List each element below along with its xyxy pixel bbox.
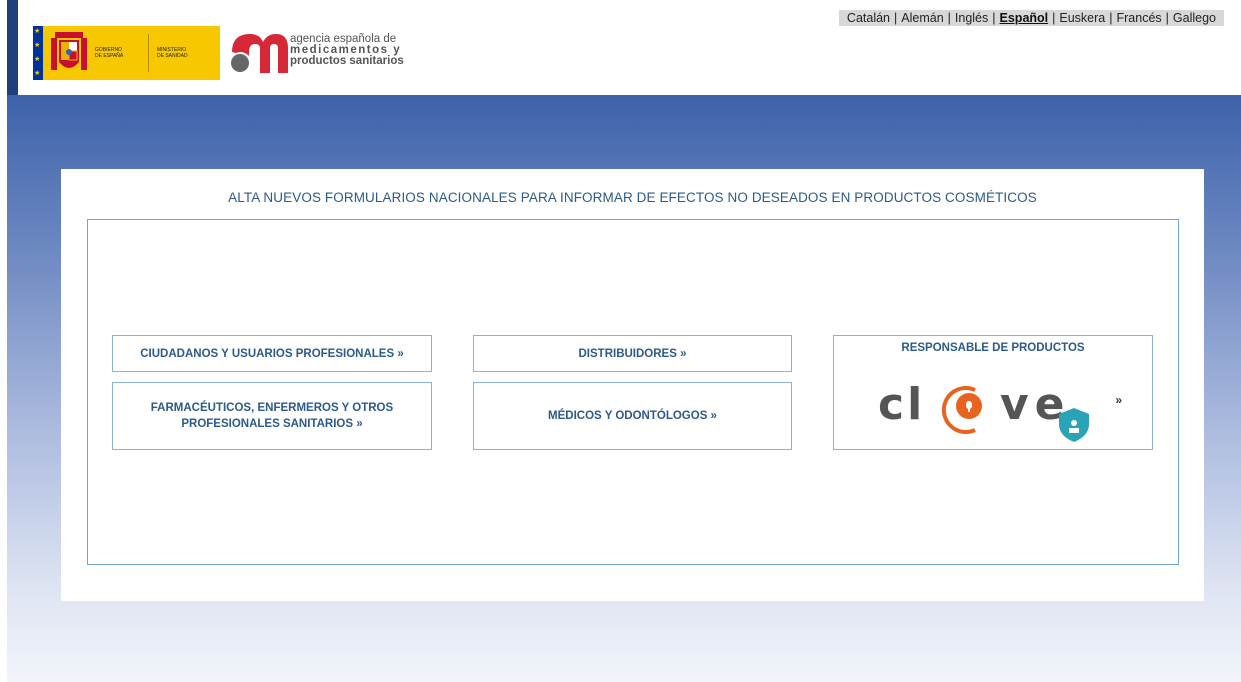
distribuidores-label: DISTRIBUIDORES » [578, 347, 687, 360]
gobierno-ministerio-logo[interactable]: ★ ★ ★ ★ GOBIERNO DE ESPAÑA MINISTERIO DE SANI… [33, 26, 220, 80]
left-accent-bar [7, 0, 18, 95]
language-separator: | [947, 11, 951, 25]
ciudadanos-label: CIUDADANOS Y USUARIOS PROFESIONALES » [140, 347, 404, 360]
medicos-label: MÉDICOS Y ODONTÓLOGOS » [548, 410, 717, 422]
language-link-euskera[interactable]: Euskera [1059, 11, 1105, 25]
gov-logo-divider [148, 34, 149, 72]
language-separator: | [1165, 11, 1169, 25]
ministerio-label: MINISTERIO DE SANIDAD [157, 47, 188, 59]
farmaceuticos-button[interactable]: FARMACÉUTICOS, ENFERMEROS Y OTROS PROFES… [112, 382, 432, 450]
responsable-productos-label: RESPONSABLE DE PRODUCTOS [901, 342, 1085, 354]
page-title: ALTA NUEVOS FORMULARIOS NACIONALES PARA … [228, 190, 1037, 205]
language-separator: | [1109, 11, 1113, 25]
medicos-button[interactable]: MÉDICOS Y ODONTÓLOGOS » [473, 382, 792, 450]
language-separator: | [992, 11, 996, 25]
language-link-ingles[interactable]: Inglés [955, 11, 988, 25]
aemps-logo[interactable]: agencia española de medicamentos y produ… [230, 30, 430, 76]
svg-text:cl: cl [878, 379, 925, 430]
gobierno-label: GOBIERNO DE ESPAÑA [95, 47, 124, 59]
language-selector: Catalán | Alemán | Inglés | Español | Euskera | Fr… [838, 10, 1224, 26]
distribuidores-button[interactable]: DISTRIBUIDORES » [473, 335, 792, 372]
aemps-name: agencia española de medicamentos y produ… [290, 33, 404, 67]
ciudadanos-button[interactable]: CIUDADANOS Y USUARIOS PROFESIONALES » [112, 335, 432, 372]
language-link-frances[interactable]: Francés [1117, 11, 1162, 25]
aemps-emblem-icon [231, 34, 288, 73]
responsable-productos-button[interactable]: RESPONSABLE DE PRODUCTOS cl ve » [833, 335, 1153, 450]
clave-arrow: » [1115, 393, 1122, 407]
language-link-catalan[interactable]: Catalán [847, 11, 890, 25]
coat-of-arms-icon [51, 32, 87, 70]
language-separator: | [894, 11, 898, 25]
language-link-espanol[interactable]: Español [1000, 11, 1049, 25]
farmaceuticos-label: FARMACÉUTICOS, ENFERMEROS Y OTROS PROFES… [150, 402, 394, 430]
eu-flag-icon: ★ ★ ★ ★ [33, 26, 43, 80]
language-link-gallego[interactable]: Gallego [1173, 11, 1216, 25]
language-separator: | [1052, 11, 1056, 25]
clave-logo-icon: cl ve [878, 379, 1089, 442]
language-link-aleman[interactable]: Alemán [901, 11, 943, 25]
